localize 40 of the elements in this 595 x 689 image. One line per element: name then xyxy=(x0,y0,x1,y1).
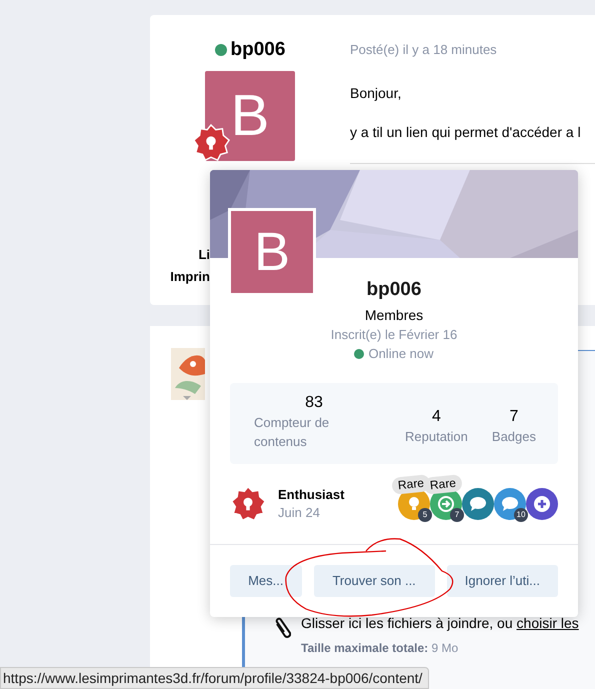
choose-files-link[interactable]: choisir les xyxy=(516,615,579,631)
badge-count-tooltip: 5 xyxy=(418,508,432,522)
post-text: Bonjour, xyxy=(350,84,402,103)
badge[interactable] xyxy=(462,488,494,520)
chat-bubble-icon xyxy=(469,496,487,512)
online-status: Online now xyxy=(368,345,434,363)
bulb-badge-icon xyxy=(230,486,266,522)
profile-action-button[interactable]: Trouver son ... xyxy=(314,565,435,597)
badge[interactable] xyxy=(494,488,526,520)
rank-date: Juin 24 xyxy=(278,504,321,522)
stat-value: 7 xyxy=(510,407,518,427)
badge-count-tooltip: 7 xyxy=(450,508,464,522)
badge[interactable] xyxy=(526,488,558,520)
stat-value: 4 xyxy=(432,407,441,427)
member-group: Membres xyxy=(364,306,424,325)
post-date: Posté(e) il y a 18 minutes xyxy=(350,41,498,59)
rank-text: Li xyxy=(198,246,210,264)
avatar[interactable]: B xyxy=(205,70,295,160)
bulb-icon xyxy=(406,496,422,512)
chat-bubble-icon xyxy=(501,496,519,512)
author-name[interactable]: bp006 xyxy=(230,36,286,64)
profile-action-button[interactable]: Mes... xyxy=(230,565,302,597)
profile-name[interactable]: bp006 xyxy=(366,278,422,302)
profile-action-button[interactable]: Ignorer l’uti... xyxy=(446,565,558,597)
plus-icon xyxy=(534,496,550,512)
stat-label: Compteur de contenus xyxy=(254,414,330,450)
bulb-badge-tooltip xyxy=(192,124,230,162)
popup-avatar[interactable]: B xyxy=(228,208,316,296)
badge-count-tooltip: 10 xyxy=(514,508,528,522)
post-text: y a til un lien qui permet d'accéder a l xyxy=(350,122,582,142)
status-bar-url: https://www.lesimprimantes3d.fr/forum/profile/33824-bp006/content/ xyxy=(0,667,430,689)
stat-value: 83 xyxy=(305,392,323,412)
join-date: Inscrit(e) le Février 16 xyxy=(330,326,458,344)
stat-label: Reputation xyxy=(405,428,468,446)
paperclip-icon xyxy=(275,617,291,639)
stat-label: Badges xyxy=(492,428,536,446)
rank-title: Enthusiast xyxy=(278,486,344,504)
rank-text: Imprin xyxy=(170,268,210,286)
rare-tooltip: Rare xyxy=(423,474,463,495)
max-size-text: Taille maximale totale: 9 Mo xyxy=(301,640,460,657)
